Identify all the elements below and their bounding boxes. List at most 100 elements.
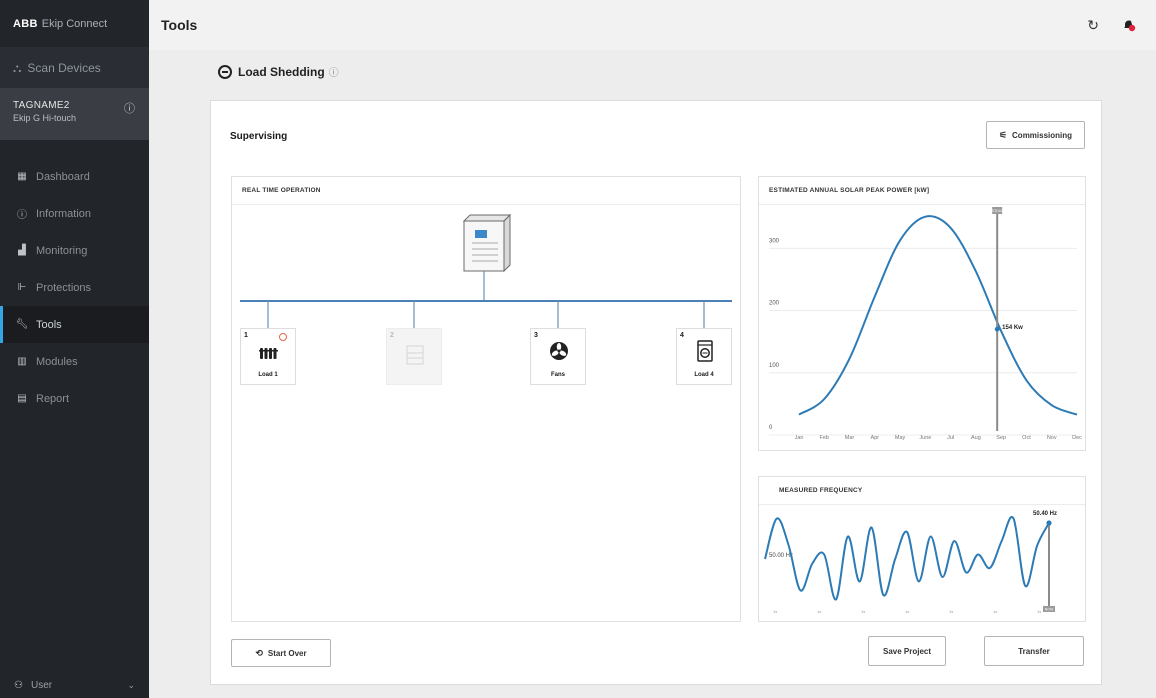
load-card-2[interactable]: 2	[386, 328, 442, 385]
abb-logo: ABB	[13, 17, 38, 30]
x-tick-label: 1s	[1037, 609, 1041, 614]
x-tick-label: 1s	[861, 609, 865, 614]
sidebar-item-monitoring[interactable]: ▟ Monitoring	[0, 232, 149, 269]
now-cursor-label: NOW	[1045, 608, 1054, 612]
x-tick-label: Oct	[1022, 435, 1031, 441]
cursor-point	[994, 326, 1000, 332]
sidebar-item-dashboard[interactable]: ▦ Dashboard	[0, 158, 149, 195]
transfer-button[interactable]: Transfer	[984, 636, 1084, 666]
sidebar-item-label: Monitoring	[36, 244, 88, 257]
x-tick-label: Jan	[795, 435, 804, 441]
device-info-icon[interactable]: ⓘ	[124, 100, 135, 116]
x-tick-label: 1s	[993, 609, 997, 614]
load-label: Load 4	[694, 372, 714, 378]
sidebar-item-tools[interactable]: 🔧︎ Tools	[0, 306, 149, 343]
app-brand: ABB Ekip Connect	[0, 0, 149, 48]
load-shedding-icon	[218, 64, 232, 79]
reference-label: 50.00 Hz	[769, 553, 793, 559]
x-tick-label: Jul	[947, 435, 954, 441]
refresh-icon[interactable]: ↻	[1087, 17, 1099, 34]
scan-devices-label: Scan Devices	[27, 61, 101, 75]
sidebar-item-label: Report	[36, 392, 70, 405]
load-shedding-card: Supervising ⚟ Commissioning REAL TIME OP…	[210, 100, 1102, 685]
x-tick-label: 1s	[773, 609, 777, 614]
wrench-icon: 🔧︎	[15, 319, 29, 330]
load-card-4[interactable]: 4 Load 4	[676, 328, 732, 385]
chevron-down-icon: ⌄	[127, 679, 135, 690]
sliders-icon: ⚟	[998, 129, 1008, 140]
load-number: 3	[534, 332, 538, 339]
user-label: User	[30, 679, 53, 691]
washing-machine-icon	[697, 340, 713, 362]
x-tick-label: Feb	[820, 435, 829, 441]
x-tick-label: Mar	[845, 435, 855, 441]
x-tick-label: Sep	[996, 435, 1006, 441]
top-bar: Tools ↻	[149, 0, 1156, 50]
solar-chart: 0 100 200 300 Jan Feb Mar Apr May June Jul Aug Sep Oc…	[769, 207, 1082, 441]
load-card-3[interactable]: 3 Fans	[530, 328, 586, 385]
sidebar-item-label: Modules	[36, 355, 78, 368]
modules-icon: ▥	[17, 356, 27, 367]
load-label: Fans	[550, 372, 565, 378]
save-project-button[interactable]: Save Project	[868, 636, 946, 666]
x-tick-label: 1s	[905, 609, 909, 614]
y-tick-label: 0	[769, 425, 773, 431]
sidebar-nav: ▦ Dashboard ⓘ Information ▟ Monitoring ⊩…	[0, 158, 149, 417]
sidebar-item-label: Protections	[36, 281, 92, 294]
x-tick-label: 1s	[949, 609, 953, 614]
sidebar-item-label: Information	[36, 207, 92, 220]
device-tag: TAGNAME2	[13, 100, 70, 111]
report-icon: ▤	[17, 393, 27, 404]
sidebar-item-label: Dashboard	[36, 170, 90, 183]
load-number: 4	[680, 332, 684, 339]
x-tick-label: June	[919, 435, 931, 441]
current-point	[1046, 520, 1052, 526]
sidebar-item-label: Tools	[36, 318, 62, 331]
commissioning-label: Commissioning	[1012, 130, 1073, 140]
bus-diagram	[240, 213, 732, 328]
today-cursor-label: TODAY	[991, 209, 1003, 213]
page-info-icon[interactable]: ⓘ	[329, 64, 339, 79]
status-label: Supervising	[230, 131, 288, 142]
protection-icon: ⊩	[17, 282, 27, 293]
load-card-1[interactable]: 1 Load 1	[240, 328, 296, 385]
info-icon: ⓘ	[17, 210, 27, 221]
app-name: Ekip Connect	[41, 17, 108, 30]
start-over-button[interactable]: ⟲ Start Over	[231, 639, 331, 667]
disabled-load-icon	[406, 345, 424, 365]
fan-icon	[550, 342, 568, 360]
sidebar-item-protections[interactable]: ⊩ Protections	[0, 269, 149, 306]
current-value-label: 50.40 Hz	[1033, 511, 1057, 517]
page-header-title: Tools	[161, 17, 198, 33]
scan-devices-button[interactable]: ⛬ Scan Devices	[0, 48, 149, 88]
load-label: Load 1	[258, 372, 278, 378]
dashboard-icon: ▦	[17, 171, 27, 182]
x-tick-label: May	[895, 435, 906, 441]
start-over-label: Start Over	[267, 648, 307, 658]
x-tick-label: Aug	[971, 435, 981, 441]
sidebar-item-information[interactable]: ⓘ Information	[0, 195, 149, 232]
solar-series-line	[798, 215, 1078, 416]
page-title: Load Shedding ⓘ	[218, 64, 339, 79]
device-selector[interactable]: TAGNAME2 Ekip G Hi-touch ⓘ	[0, 88, 149, 140]
solar-power-panel: ESTIMATED ANNUAL SOLAR PEAK POWER [kW] 0…	[758, 176, 1086, 451]
restart-icon: ⟲	[255, 647, 263, 658]
save-project-label: Save Project	[882, 646, 932, 656]
load-number: 2	[390, 332, 394, 339]
switchgear-icon	[462, 213, 512, 273]
y-tick-label: 300	[769, 238, 780, 244]
user-menu[interactable]: ⚇ User ⌄	[0, 672, 149, 698]
page-title-label: Load Shedding	[238, 64, 325, 79]
radiator-icon	[259, 348, 278, 359]
load-number: 1	[244, 332, 248, 339]
alert-bell-icon[interactable]	[1122, 18, 1136, 32]
scan-icon: ⛬	[13, 60, 22, 75]
warning-icon	[279, 333, 287, 341]
sidebar-item-report[interactable]: ▤ Report	[0, 380, 149, 417]
device-model: Ekip G Hi-touch	[13, 113, 77, 123]
y-tick-label: 200	[769, 301, 780, 307]
cursor-value-label: 154 Kw	[1002, 325, 1023, 331]
commissioning-button[interactable]: ⚟ Commissioning	[986, 121, 1085, 149]
bar-chart-icon: ▟	[18, 245, 26, 256]
sidebar-item-modules[interactable]: ▥ Modules	[0, 343, 149, 380]
